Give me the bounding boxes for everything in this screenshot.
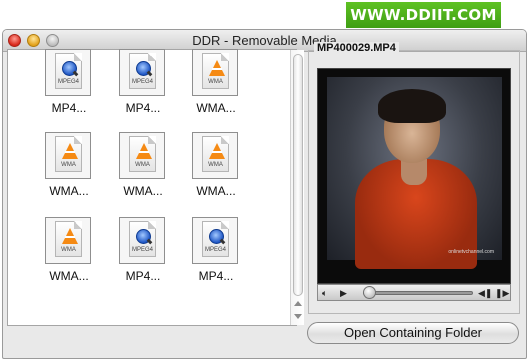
watermark-banner: WWW.DDIIT.COM bbox=[346, 2, 501, 28]
vlc-cone-icon: WMA bbox=[119, 132, 165, 179]
seek-track[interactable] bbox=[363, 291, 473, 295]
file-grid: MPEG4 MP4... MPEG4 MP4... WMA WMA... WMA WMA...… bbox=[7, 49, 304, 326]
vlc-cone-icon: WMA bbox=[192, 49, 238, 96]
vlc-cone-icon: WMA bbox=[45, 217, 91, 264]
video-credit: onlinetvchannel.com bbox=[448, 249, 494, 255]
document-page: WMA bbox=[202, 53, 229, 89]
file-tile[interactable]: WMA WMA... bbox=[184, 132, 244, 204]
player-controls: 🔈︎ ▶ ◀❚ ❚▶ bbox=[317, 284, 511, 301]
file-name-label: MP4... bbox=[125, 101, 161, 115]
file-type-label: WMA bbox=[208, 162, 223, 168]
document-page: MPEG4 bbox=[202, 221, 229, 257]
file-tile[interactable]: WMA WMA... bbox=[37, 217, 97, 289]
quicktime-logo bbox=[136, 61, 151, 76]
document-page: MPEG4 bbox=[129, 221, 156, 257]
video-subject-hair bbox=[378, 89, 446, 123]
file-tile[interactable]: WMA WMA... bbox=[111, 132, 171, 204]
cone-stripe bbox=[139, 151, 149, 153]
preview-filename: MP400029.MP4 bbox=[314, 42, 399, 54]
page-fold bbox=[148, 53, 156, 61]
rewind-icon[interactable]: ◀❚ bbox=[478, 287, 492, 299]
cone-stripe bbox=[65, 151, 75, 153]
document-page: MPEG4 bbox=[55, 53, 82, 89]
scroll-thumb[interactable] bbox=[293, 54, 303, 296]
quicktime-logo bbox=[136, 229, 151, 244]
seek-knob[interactable] bbox=[363, 286, 376, 299]
file-name-label: WMA... bbox=[196, 101, 236, 115]
file-tile[interactable]: WMA WMA... bbox=[37, 132, 97, 204]
scroll-down-arrow-icon[interactable] bbox=[294, 314, 302, 319]
file-type-label: WMA bbox=[135, 162, 150, 168]
file-name-label: MP4... bbox=[125, 269, 161, 283]
page-fold bbox=[148, 221, 156, 229]
file-tile[interactable]: MPEG4 MP4... bbox=[184, 217, 244, 289]
scroll-up-arrow-icon[interactable] bbox=[294, 301, 302, 306]
document-page: WMA bbox=[55, 221, 82, 257]
file-tile[interactable]: WMA WMA... bbox=[184, 49, 244, 121]
file-tile[interactable]: MPEG4 MP4... bbox=[37, 49, 97, 121]
quicktime-logo bbox=[62, 61, 77, 76]
quicktime-icon: MPEG4 bbox=[45, 49, 91, 96]
quicktime-icon: MPEG4 bbox=[119, 217, 165, 264]
video-frame: onlinetvchannel.com bbox=[327, 77, 502, 269]
vlc-cone-icon: WMA bbox=[45, 132, 91, 179]
file-tile[interactable]: MPEG4 MP4... bbox=[111, 217, 171, 289]
open-containing-folder-button[interactable]: Open Containing Folder bbox=[307, 322, 519, 344]
quicktime-logo bbox=[209, 229, 224, 244]
video-preview[interactable]: onlinetvchannel.com bbox=[317, 68, 511, 284]
quicktime-icon: MPEG4 bbox=[119, 49, 165, 96]
file-type-label: WMA bbox=[61, 247, 76, 253]
file-type-label: MPEG4 bbox=[204, 247, 226, 253]
file-type-label: MPEG4 bbox=[131, 247, 153, 253]
file-tile[interactable]: MPEG4 MP4... bbox=[111, 49, 171, 121]
quicktime-icon: MPEG4 bbox=[192, 217, 238, 264]
document-page: MPEG4 bbox=[129, 53, 156, 89]
vlc-cone-icon: WMA bbox=[192, 132, 238, 179]
file-name-label: WMA... bbox=[49, 269, 89, 283]
file-type-label: MPEG4 bbox=[57, 79, 79, 85]
page-fold bbox=[221, 221, 229, 229]
file-type-label: MPEG4 bbox=[131, 79, 153, 85]
file-name-label: WMA... bbox=[123, 184, 163, 198]
file-type-label: WMA bbox=[61, 162, 76, 168]
cone-stripe bbox=[212, 151, 222, 153]
file-name-label: MP4... bbox=[198, 269, 234, 283]
document-page: WMA bbox=[202, 136, 229, 172]
file-name-label: WMA... bbox=[196, 184, 236, 198]
speaker-icon[interactable]: 🔈︎ bbox=[322, 287, 327, 299]
cone-stripe bbox=[65, 236, 75, 238]
file-type-label: WMA bbox=[208, 79, 223, 85]
document-page: WMA bbox=[55, 136, 82, 172]
fast-forward-icon[interactable]: ❚▶ bbox=[495, 287, 509, 299]
file-name-label: MP4... bbox=[51, 101, 87, 115]
document-page: WMA bbox=[129, 136, 156, 172]
page-fold bbox=[74, 53, 82, 61]
vertical-scrollbar[interactable] bbox=[290, 50, 304, 325]
cone-stripe bbox=[212, 68, 222, 70]
file-name-label: WMA... bbox=[49, 184, 89, 198]
play-icon[interactable]: ▶ bbox=[340, 287, 347, 299]
